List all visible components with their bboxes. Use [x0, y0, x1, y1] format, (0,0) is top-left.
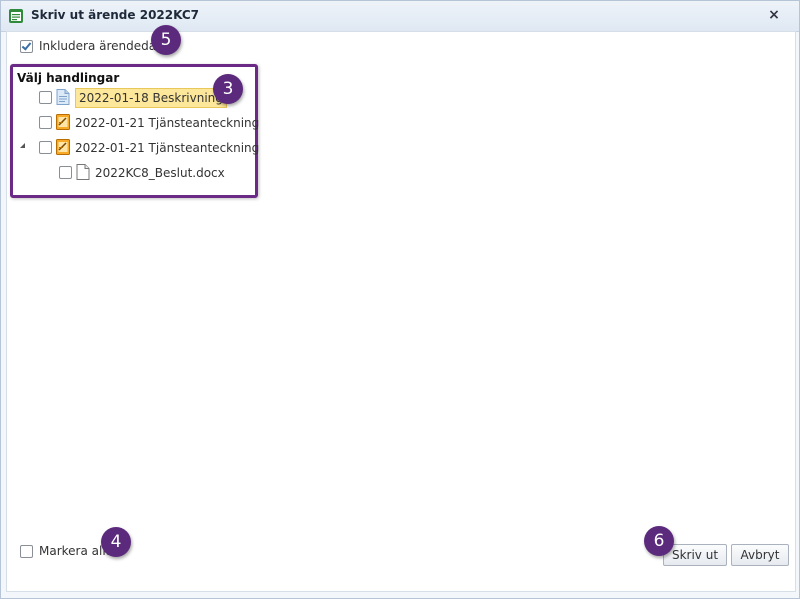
include-case-data-label[interactable]: Inkludera ärendedata: [39, 39, 168, 53]
annotation-marker: 4: [101, 527, 131, 557]
mark-all-checkbox[interactable]: [20, 545, 33, 558]
dialog-title: Skriv ut ärende 2022KC7: [31, 8, 200, 22]
note-icon: [56, 139, 70, 155]
documents-group-title: Välj handlingar: [17, 71, 120, 85]
title-bar: Skriv ut ärende 2022KC7 ×: [1, 1, 799, 32]
note-icon: [56, 114, 70, 130]
annotation-marker: 6: [644, 526, 674, 556]
expand-collapse-icon[interactable]: [20, 143, 25, 148]
close-icon[interactable]: ×: [767, 8, 781, 22]
include-case-data-checkbox[interactable]: [20, 40, 33, 53]
document-icon: [56, 89, 70, 105]
document-item-label[interactable]: 2022-01-21 Tjänsteanteckning: [75, 141, 259, 155]
document-item-label[interactable]: 2022-01-18 Beskrivning: [75, 88, 227, 108]
document-checkbox[interactable]: [39, 141, 52, 154]
file-icon: [76, 164, 90, 180]
document-checkbox[interactable]: [39, 91, 52, 104]
cancel-button[interactable]: Avbryt: [731, 544, 789, 566]
annotation-marker: 3: [213, 74, 243, 104]
document-item-label[interactable]: 2022-01-21 Tjänsteanteckning: [75, 116, 259, 130]
document-checkbox[interactable]: [39, 116, 52, 129]
app-icon: [9, 9, 23, 23]
document-item-label[interactable]: 2022KC8_Beslut.docx: [95, 166, 225, 180]
mark-all-label[interactable]: Markera allt: [39, 544, 110, 558]
document-checkbox[interactable]: [59, 166, 72, 179]
print-dialog: Skriv ut ärende 2022KC7 × Inkludera ären…: [0, 0, 800, 599]
annotation-marker: 5: [151, 25, 181, 55]
dialog-body: Inkludera ärendedata Välj handlingar 202…: [6, 31, 796, 592]
